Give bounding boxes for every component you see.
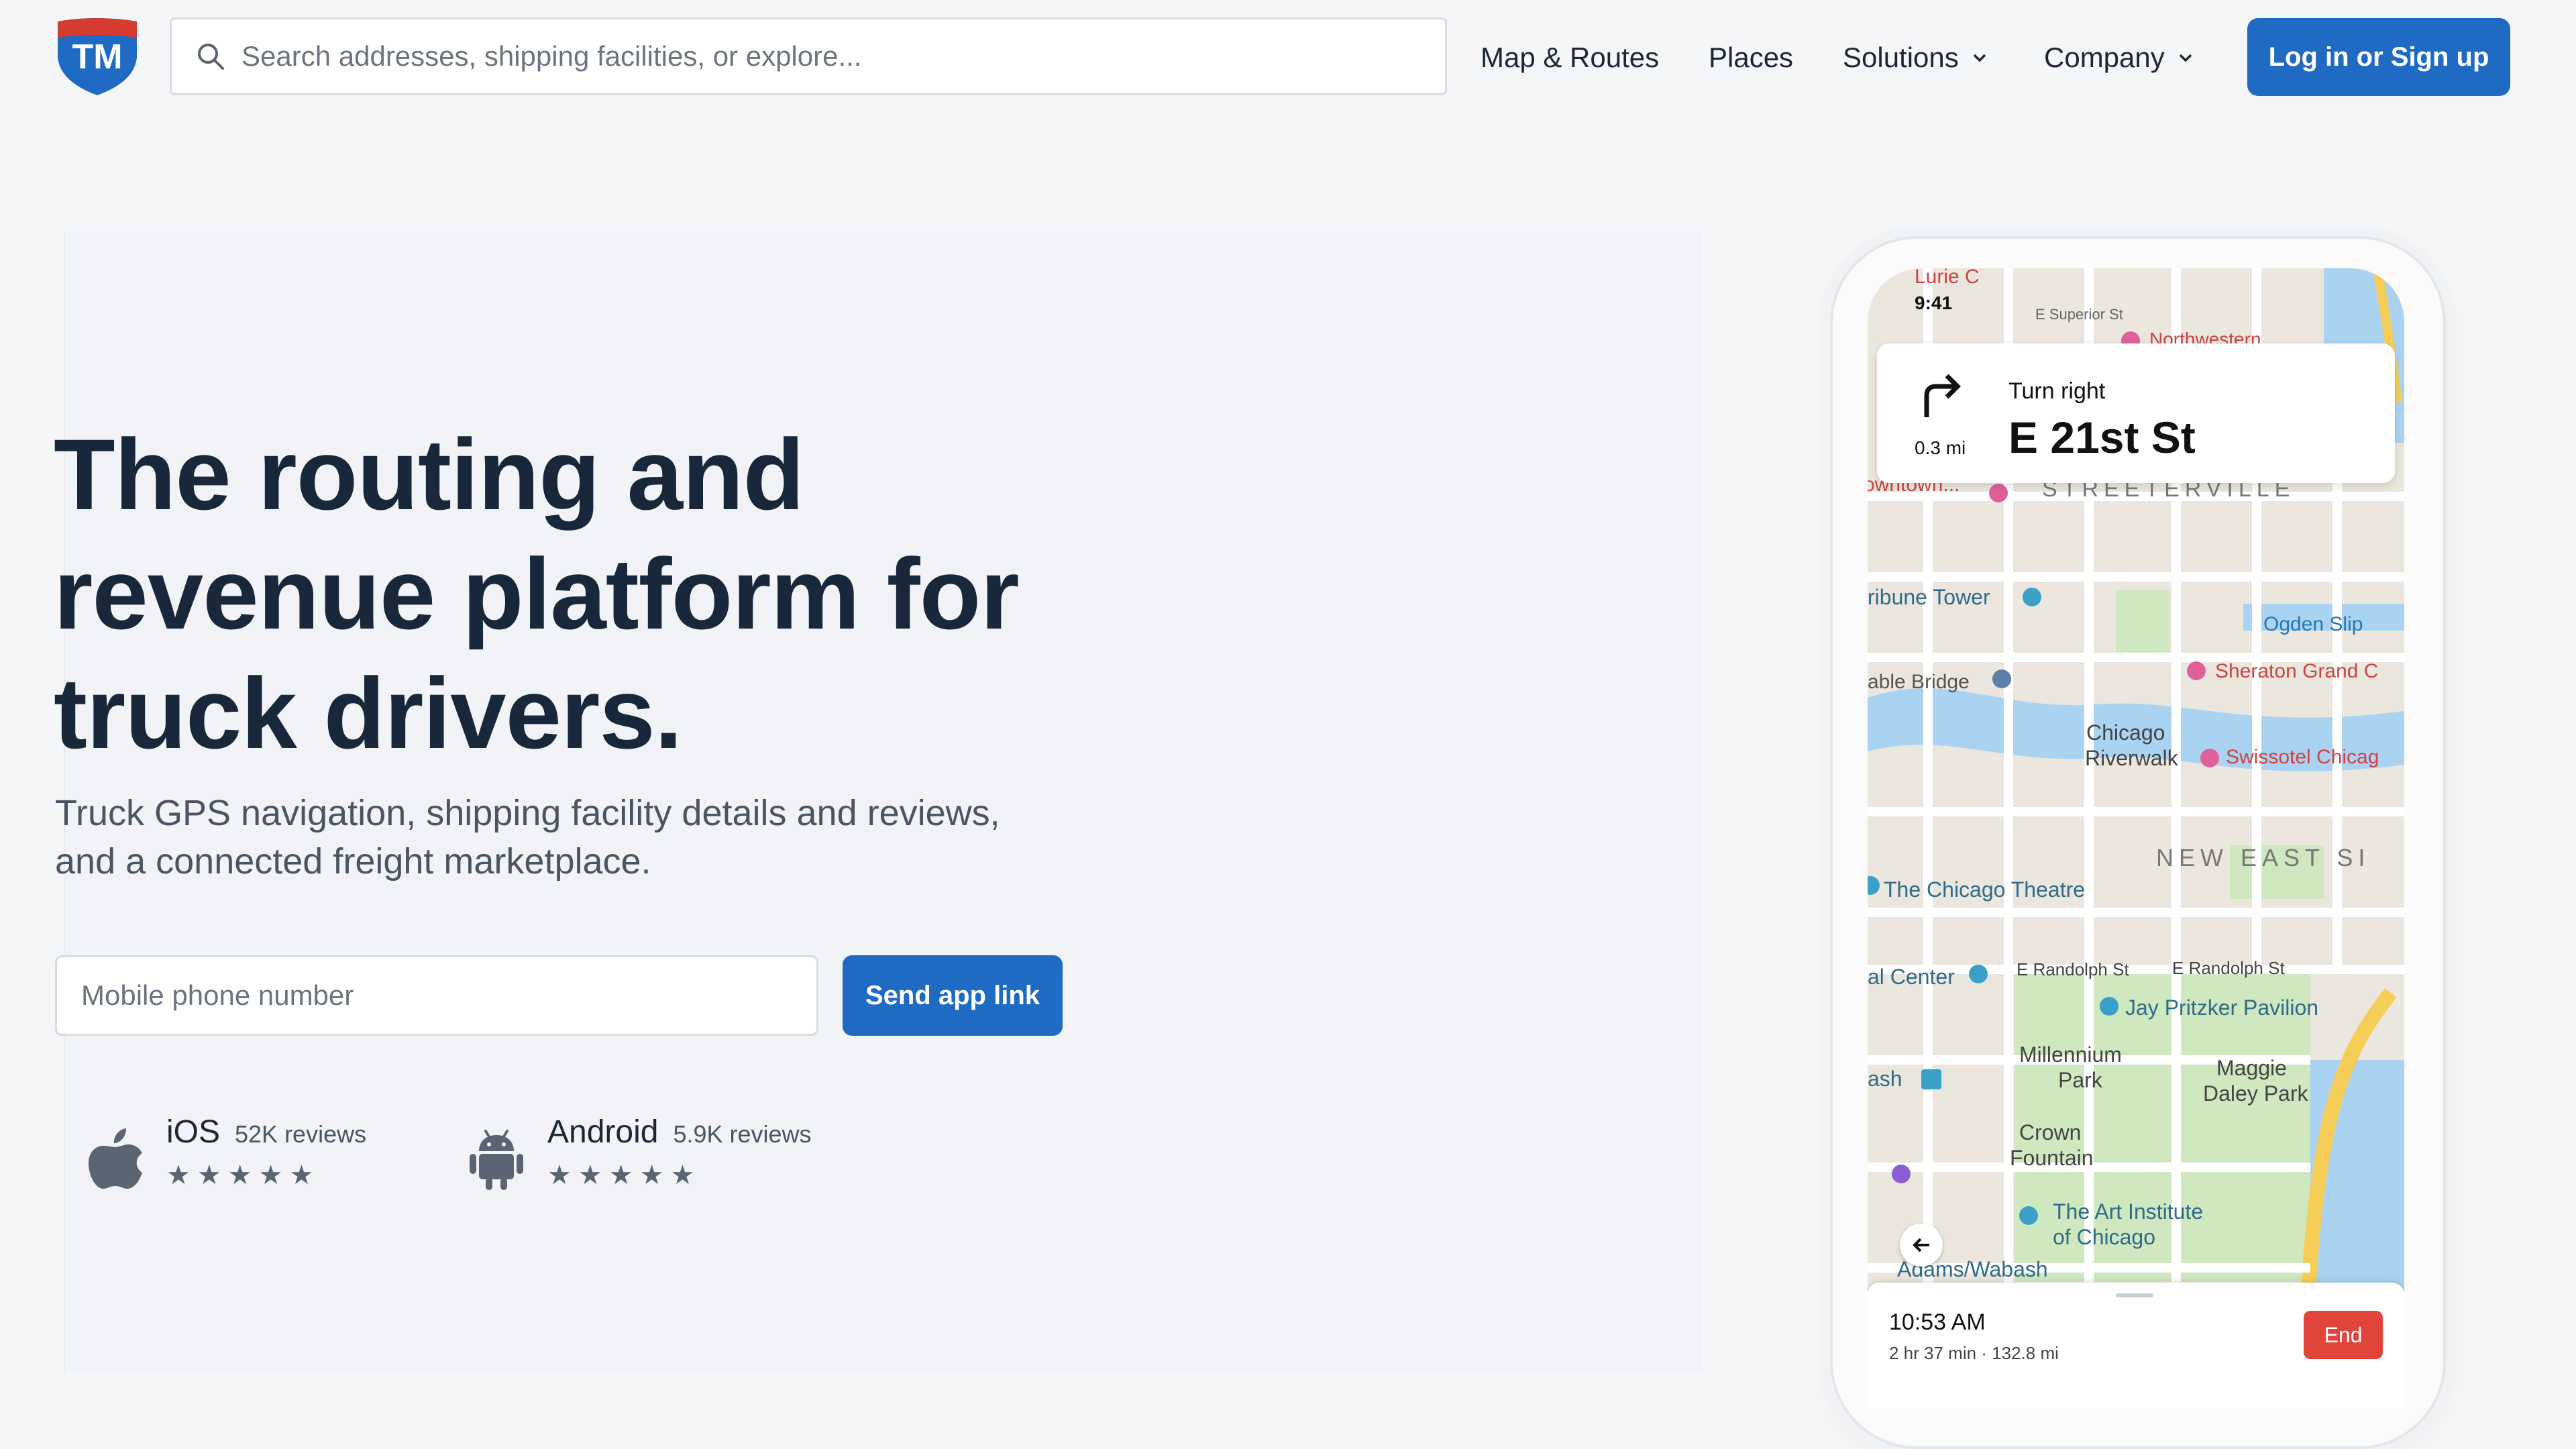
map-label: E Superior St [2035,306,2123,323]
turn-distance: 0.3 mi [1915,437,1966,458]
headline-line: revenue platform for [54,537,1020,650]
map-label: E Randolph St [2017,959,2129,979]
end-trip-button[interactable]: End [2304,1311,2383,1359]
map-label: Lurie C [1915,268,1980,288]
drag-handle[interactable] [2116,1293,2153,1297]
phone-screen-navigation: 9:41 Lurie C E Superior St Northwestern … [1868,268,2404,1409]
turn-instruction: Turn right [2008,378,2106,404]
map-label: ribune Tower [1868,585,1990,609]
nav-solutions-label: Solutions [1843,42,1959,73]
back-arrow-icon [1913,1238,1929,1252]
subtitle-line: and a connected freight marketplace. [55,841,651,881]
hero-headline: The routing and revenue platform for tru… [54,415,1060,773]
turn-right-arrow-icon [1924,374,1961,417]
map-label: The Chicago Theatre [1884,877,2086,902]
store-name: iOS [166,1114,221,1150]
map-label: The Art Institute [2053,1199,2204,1224]
chevron-down-icon [1973,54,1986,62]
hero-subtitle: Truck GPS navigation, shipping facility … [55,789,1128,885]
map-label: ash [1868,1067,1902,1091]
map-label: Park [2058,1068,2102,1092]
map-label: al Center [1868,965,1955,989]
star-rating: ★★★★★ [547,1161,702,1190]
review-count: 5.9K reviews [673,1120,812,1148]
login-signup-button[interactable]: Log in or Sign up [2247,18,2510,96]
send-app-link-button[interactable]: Send app link [843,955,1063,1036]
search-input[interactable] [240,40,1445,73]
eta-time: 10:53 AM [1889,1309,1986,1335]
map-label: Swissotel Chicag [2226,746,2379,768]
map-label: able Bridge [1868,671,1970,693]
back-button[interactable] [1900,1224,1943,1267]
turn-instruction-card: 0.3 mi Turn right E 21st St [1877,343,2395,483]
map-label: Ogden Slip [2263,613,2363,635]
status-bar-time: 9:41 [1915,292,1953,313]
nav-company[interactable]: Company [2044,38,2194,78]
search-bar[interactable] [170,17,1447,95]
tm-shield-logo[interactable]: TM [54,17,141,97]
headline-line: truck drivers. [54,657,682,769]
nav-company-label: Company [2044,42,2165,73]
search-icon [198,44,224,70]
headline-line: The routing and [54,418,804,531]
map-label: E Randolph St [2172,958,2285,978]
map-label: Jay Pritzker Pavilion [2125,996,2319,1020]
map-label: Riverwalk [2085,746,2178,770]
subtitle-line: Truck GPS navigation, shipping facility … [55,793,1000,833]
chevron-down-icon [2179,54,2192,62]
store-name: Android [547,1114,659,1150]
star-rating: ★★★★★ [166,1161,321,1190]
android-icon [470,1130,523,1190]
logo-text: TM [72,38,122,76]
map-label: Chicago [2086,720,2165,745]
map-label: of Chicago [2053,1225,2155,1249]
mobile-phone-input[interactable] [55,955,818,1036]
nav-map-routes-label: Map & Routes [1481,42,1660,73]
map-label: Daley Park [2203,1081,2308,1106]
map-label: Millennium [2019,1042,2122,1067]
nav-map-routes[interactable]: Map & Routes [1481,38,1659,78]
map-label: NEW EAST SI [2156,844,2371,871]
map-label: Sheraton Grand C [2215,660,2379,682]
review-count: 52K reviews [235,1120,367,1148]
android-app-rating[interactable]: Android 5.9K reviews ★★★★★ [467,1114,812,1191]
map-label: Maggie [2216,1056,2287,1080]
nav-solutions[interactable]: Solutions [1843,38,1988,78]
apple-icon [89,1128,142,1189]
ios-app-rating[interactable]: iOS 52K reviews ★★★★★ [86,1114,366,1191]
map-label: Fountain [2010,1146,2094,1170]
nav-places[interactable]: Places [1709,38,1793,78]
street-name: E 21st St [2008,413,2196,462]
map-label: Crown [2019,1120,2082,1144]
trip-eta-panel: 10:53 AM 2 hr 37 min · 132.8 mi End [1868,1283,2404,1409]
nav-places-label: Places [1709,42,1794,73]
